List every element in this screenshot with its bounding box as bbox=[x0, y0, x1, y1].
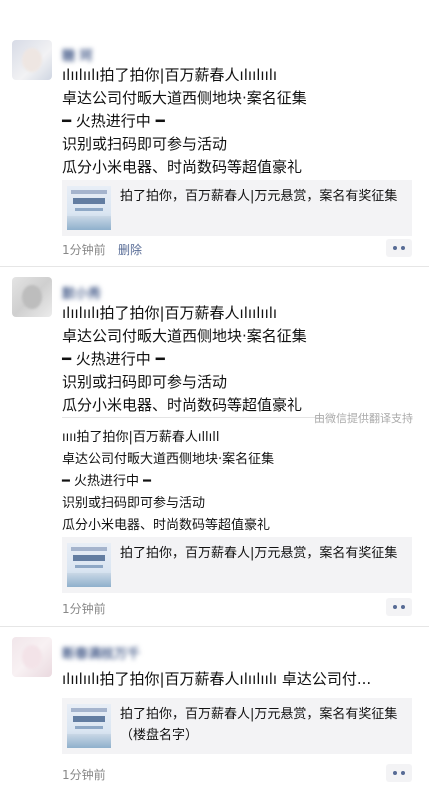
post-time: 1分钟前 bbox=[62, 243, 106, 257]
link-title: 拍了拍你，百万薪春人|万元悬赏，案名有奖征集（楼盘名字） bbox=[120, 707, 398, 743]
username[interactable]: 断春满枝万千 bbox=[62, 643, 140, 662]
translated-text-line: 卓达公司付畈大道西侧地块·案名征集 bbox=[62, 452, 275, 467]
translation-note: 由微信提供翻译支持 bbox=[314, 412, 413, 425]
moment-post: 断春满枝万千 ılıılıılı拍了拍你|百万薪春人ılıılıılı 卓达公司… bbox=[0, 627, 429, 799]
post-text-line: ━ 火热进行中 ━ bbox=[62, 350, 165, 368]
username[interactable]: 默小秀 bbox=[62, 283, 101, 302]
avatar[interactable] bbox=[12, 277, 52, 317]
username[interactable]: 糖 珂 bbox=[62, 45, 93, 64]
translated-text-line: 识别或扫码即可参与活动 bbox=[62, 496, 206, 511]
more-dots-icon[interactable] bbox=[386, 239, 412, 257]
post-text-line: 识别或扫码即可参与活动 bbox=[62, 373, 228, 391]
link-thumbnail bbox=[67, 543, 111, 587]
post-text-line: ılıılıılı拍了拍你|百万薪春人ılıılıılı bbox=[62, 304, 278, 322]
link-thumbnail bbox=[67, 186, 111, 230]
more-dots-icon[interactable] bbox=[386, 764, 412, 782]
translated-text-line: 瓜分小米电器、时尚数码等超值豪礼 bbox=[62, 518, 271, 533]
translated-text-line: ıııı拍了拍你|百万薪春人ıllıll bbox=[62, 430, 220, 445]
post-time: 1分钟前 bbox=[62, 602, 106, 616]
moment-post: 默小秀 ılıılıılı拍了拍你|百万薪春人ılıılıılı 卓达公司付畈大… bbox=[0, 267, 429, 625]
translated-text-line: ━ 火热进行中 ━ bbox=[62, 474, 151, 489]
delete-link[interactable]: 删除 bbox=[118, 241, 142, 258]
post-text-line: 卓达公司付畈大道西侧地块·案名征集 bbox=[62, 89, 307, 107]
link-title: 拍了拍你，百万薪春人|万元悬赏，案名有奖征集 bbox=[120, 546, 398, 561]
more-dots-icon[interactable] bbox=[386, 598, 412, 616]
post-time: 1分钟前 bbox=[62, 768, 106, 782]
post-text-line: ━ 火热进行中 ━ bbox=[62, 112, 165, 130]
moment-post: 糖 珂 ılıılıılı拍了拍你|百万薪春人ılıılıılı 卓达公司付畈大… bbox=[0, 0, 429, 266]
post-text-line: ılıılıılı拍了拍你|百万薪春人ılıılıılı bbox=[62, 66, 278, 84]
post-text-line: 瓜分小米电器、时尚数码等超值豪礼 bbox=[62, 158, 303, 176]
shared-link-card[interactable]: 拍了拍你，百万薪春人|万元悬赏，案名有奖征集 bbox=[62, 180, 412, 236]
post-text-line: 瓜分小米电器、时尚数码等超值豪礼 bbox=[62, 396, 303, 414]
avatar[interactable] bbox=[12, 637, 52, 677]
post-text-line: 识别或扫码即可参与活动 bbox=[62, 135, 228, 153]
shared-link-card[interactable]: 拍了拍你，百万薪春人|万元悬赏，案名有奖征集 bbox=[62, 537, 412, 593]
post-text-line: 卓达公司付畈大道西侧地块·案名征集 bbox=[62, 327, 307, 345]
avatar[interactable] bbox=[12, 40, 52, 80]
post-text-line[interactable]: ılıılıılı拍了拍你|百万薪春人ılıılıılı 卓达公司付... bbox=[62, 668, 371, 691]
link-thumbnail bbox=[67, 704, 111, 748]
translation-divider bbox=[62, 417, 322, 418]
shared-link-card[interactable]: 拍了拍你，百万薪春人|万元悬赏，案名有奖征集（楼盘名字） bbox=[62, 698, 412, 754]
link-title: 拍了拍你，百万薪春人|万元悬赏，案名有奖征集 bbox=[120, 189, 398, 204]
